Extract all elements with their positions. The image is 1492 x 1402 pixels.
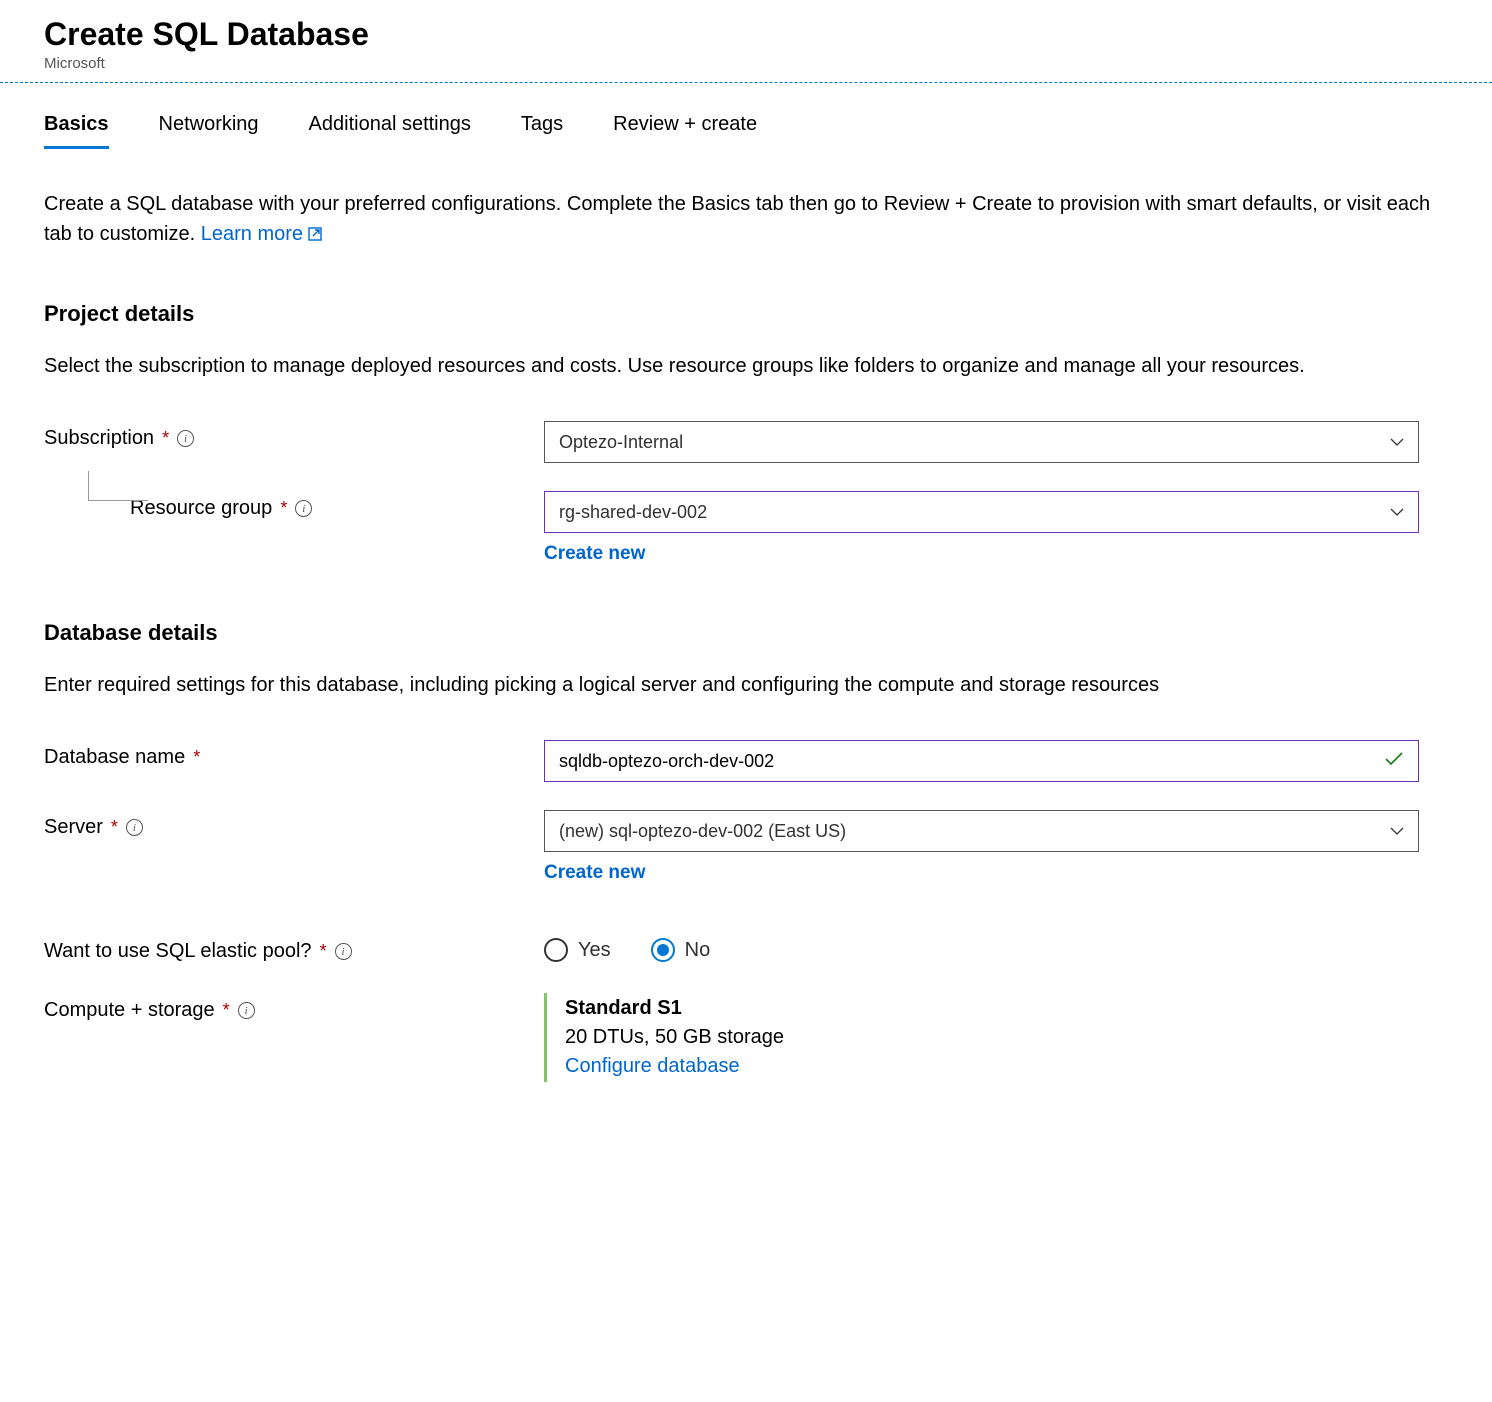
nesting-line [88,471,148,501]
server-control: (new) sql-optezo-dev-002 (East US) Creat… [544,810,1419,884]
info-icon[interactable]: i [295,500,312,517]
create-new-rg-link[interactable]: Create new [544,543,645,565]
compute-storage-row: Compute + storage * i Standard S1 20 DTU… [44,993,1448,1082]
elastic-pool-yes-radio[interactable]: Yes [544,938,611,962]
compute-detail: 20 DTUs, 50 GB storage [565,1026,1419,1049]
learn-more-label: Learn more [201,223,303,245]
db-name-label-text: Database name [44,746,185,769]
chevron-down-icon [1390,504,1404,520]
resource-group-label-text: Resource group [130,497,272,520]
db-name-row: Database name * [44,740,1448,782]
compute-storage-label: Compute + storage * i [44,993,544,1022]
tab-networking[interactable]: Networking [159,113,259,149]
required-indicator: * [223,1000,230,1021]
db-name-input-wrapper [544,740,1419,782]
elastic-pool-label: Want to use SQL elastic pool? * i [44,934,544,963]
required-indicator: * [280,498,287,519]
subscription-control: Optezo-Internal [544,421,1419,463]
database-details-heading: Database details [44,620,1448,646]
subscription-select[interactable]: Optezo-Internal [544,421,1419,463]
elastic-pool-label-text: Want to use SQL elastic pool? [44,940,312,963]
radio-yes-label: Yes [578,939,611,962]
info-icon[interactable]: i [126,819,143,836]
compute-storage-control: Standard S1 20 DTUs, 50 GB storage Confi… [544,993,1419,1082]
page-subtitle: Microsoft [44,55,1448,72]
required-indicator: * [162,428,169,449]
resource-group-row: Resource group * i rg-shared-dev-002 Cre… [44,491,1448,565]
radio-icon [651,938,675,962]
server-row: Server * i (new) sql-optezo-dev-002 (Eas… [44,810,1448,884]
radio-dot-icon [657,944,669,956]
radio-no-label: No [685,939,711,962]
tab-additional-settings[interactable]: Additional settings [309,113,471,149]
required-indicator: * [193,747,200,768]
intro-text: Create a SQL database with your preferre… [44,189,1448,251]
tabs-bar: Basics Networking Additional settings Ta… [44,113,1448,149]
learn-more-link[interactable]: Learn more [201,223,323,245]
page-title: Create SQL Database [44,16,1448,53]
db-name-input[interactable] [559,751,1384,772]
radio-icon [544,938,568,962]
project-details-heading: Project details [44,301,1448,327]
required-indicator: * [111,817,118,838]
server-label: Server * i [44,810,544,839]
info-icon[interactable]: i [238,1002,255,1019]
compute-tier: Standard S1 [565,997,1419,1020]
subscription-label-text: Subscription [44,427,154,450]
subscription-value: Optezo-Internal [559,432,683,453]
subscription-row: Subscription * i Optezo-Internal [44,421,1448,463]
db-name-control [544,740,1419,782]
configure-database-link[interactable]: Configure database [565,1055,740,1077]
elastic-pool-control: Yes No [544,934,1419,962]
elastic-pool-row: Want to use SQL elastic pool? * i Yes No [44,934,1448,963]
compute-storage-label-text: Compute + storage [44,999,215,1022]
info-icon[interactable]: i [335,943,352,960]
elastic-pool-radio-group: Yes No [544,934,1419,962]
chevron-down-icon [1390,823,1404,839]
tab-basics[interactable]: Basics [44,113,109,149]
server-label-text: Server [44,816,103,839]
server-value: (new) sql-optezo-dev-002 (East US) [559,821,846,842]
resource-group-control: rg-shared-dev-002 Create new [544,491,1419,565]
db-name-label: Database name * [44,740,544,769]
elastic-pool-no-radio[interactable]: No [651,938,711,962]
project-details-desc: Select the subscription to manage deploy… [44,351,1448,381]
tab-review-create[interactable]: Review + create [613,113,757,149]
chevron-down-icon [1390,434,1404,450]
external-link-icon [307,221,323,251]
resource-group-value: rg-shared-dev-002 [559,502,707,523]
required-indicator: * [320,941,327,962]
create-new-server-link[interactable]: Create new [544,862,645,884]
compute-summary-box: Standard S1 20 DTUs, 50 GB storage Confi… [544,993,1419,1082]
server-select[interactable]: (new) sql-optezo-dev-002 (East US) [544,810,1419,852]
info-icon[interactable]: i [177,430,194,447]
subscription-label: Subscription * i [44,421,544,450]
tab-tags[interactable]: Tags [521,113,563,149]
content-area: Basics Networking Additional settings Ta… [0,83,1492,1140]
database-details-desc: Enter required settings for this databas… [44,670,1448,700]
page-header: Create SQL Database Microsoft [0,0,1492,83]
resource-group-select[interactable]: rg-shared-dev-002 [544,491,1419,533]
check-icon [1384,750,1404,773]
